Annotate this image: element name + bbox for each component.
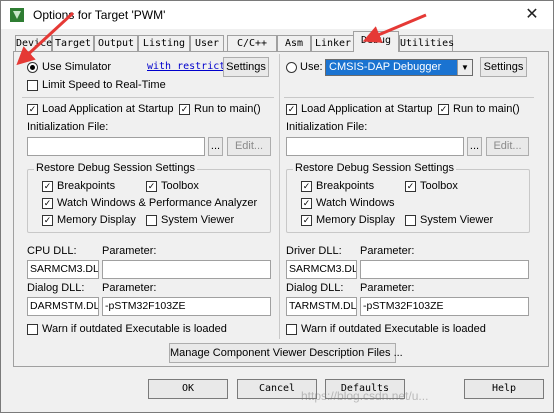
tab-c-cpp[interactable]: C/C++ [227, 35, 277, 51]
left-breakpoints-checkbox[interactable]: ✓ [42, 181, 53, 192]
left-dll-param-label: Parameter: [102, 245, 157, 257]
tab-utilities[interactable]: Utilities [399, 35, 454, 51]
right-restore-group-title: Restore Debug Session Settings [293, 162, 456, 174]
left-load-app-label: Load Application at Startup [42, 103, 174, 115]
left-memory-checkbox[interactable]: ✓ [42, 215, 53, 226]
right-toolbox-label: Toolbox [420, 180, 458, 192]
tab-debug[interactable]: Debug [353, 31, 399, 52]
left-toolbox-label: Toolbox [161, 180, 199, 192]
left-dll-param-input[interactable] [102, 260, 271, 279]
right-watch-checkbox[interactable]: ✓ [301, 198, 312, 209]
close-icon[interactable]: ✕ [521, 4, 543, 26]
left-edit-button[interactable]: Edit... [227, 137, 271, 156]
left-watch-label: Watch Windows & Performance Analyzer [57, 197, 258, 209]
column-divider [279, 54, 280, 339]
left-init-file-input[interactable] [27, 137, 205, 156]
left-system-viewer-checkbox[interactable] [146, 215, 157, 226]
right-dll-param-input[interactable] [360, 260, 529, 279]
right-dialog-param-label: Parameter: [360, 282, 415, 294]
debug-tab-panel: Use Simulator with restrictions Settings… [13, 51, 549, 367]
right-dll-param-label: Parameter: [360, 245, 415, 257]
right-dll-input[interactable]: SARMCM3.DLL [286, 260, 357, 279]
debugger-settings-button[interactable]: Settings [480, 57, 527, 77]
chevron-down-icon[interactable]: ▼ [457, 60, 472, 75]
tab-linker[interactable]: Linker [311, 35, 355, 51]
tab-asm[interactable]: Asm [277, 35, 311, 51]
right-watch-label: Watch Windows [316, 197, 395, 209]
right-warn-checkbox[interactable] [286, 324, 297, 335]
ok-button[interactable]: OK [148, 379, 228, 399]
right-dialog-param-input[interactable]: -pSTM32F103ZE [360, 297, 529, 316]
left-memory-label: Memory Display [57, 214, 136, 226]
left-watch-checkbox[interactable]: ✓ [42, 198, 53, 209]
left-dialog-dll-input[interactable]: DARMSTM.DLL [27, 297, 99, 316]
right-edit-button[interactable]: Edit... [486, 137, 529, 156]
use-debugger-radio[interactable] [286, 62, 297, 73]
watermark: https://blog.csdn.net/u... [301, 389, 429, 403]
tab-target[interactable]: Target [52, 35, 94, 51]
left-toolbox-checkbox[interactable]: ✓ [146, 181, 157, 192]
right-dialog-dll-input[interactable]: TARMSTM.DLL [286, 297, 357, 316]
tab-listing[interactable]: Listing [138, 35, 190, 51]
right-run-to-main-label: Run to main() [453, 103, 520, 115]
right-breakpoints-label: Breakpoints [316, 180, 375, 192]
divider [284, 97, 534, 98]
debugger-select-value: CMSIS-DAP Debugger [329, 61, 442, 73]
tab-output[interactable]: Output [94, 35, 138, 51]
right-memory-checkbox[interactable]: ✓ [301, 215, 312, 226]
options-dialog: Options for Target 'PWM' ✕ Device Target… [0, 0, 554, 413]
divider [22, 97, 274, 98]
left-load-app-checkbox[interactable]: ✓ [27, 104, 38, 115]
right-warn-label: Warn if outdated Executable is loaded [301, 323, 486, 335]
right-load-app-label: Load Application at Startup [301, 103, 433, 115]
right-toolbox-checkbox[interactable]: ✓ [405, 181, 416, 192]
right-system-viewer-label: System Viewer [420, 214, 494, 226]
window-title: Options for Target 'PWM' [33, 8, 166, 22]
title-bar: Options for Target 'PWM' ✕ [1, 1, 553, 29]
right-restore-group: Restore Debug Session Settings ✓ Breakpo… [286, 162, 530, 233]
right-init-file-label: Initialization File: [286, 121, 368, 133]
tab-user[interactable]: User [190, 35, 224, 51]
left-dialog-param-input[interactable]: -pSTM32F103ZE [102, 297, 271, 316]
use-simulator-radio[interactable] [27, 62, 38, 73]
right-dialog-dll-label: Dialog DLL: [286, 282, 344, 294]
right-system-viewer-checkbox[interactable] [405, 215, 416, 226]
left-restore-group-title: Restore Debug Session Settings [34, 162, 197, 174]
right-init-file-input[interactable] [286, 137, 464, 156]
limit-speed-label: Limit Speed to Real-Time [42, 79, 166, 91]
right-dll-label: Driver DLL: [286, 245, 342, 257]
left-system-viewer-label: System Viewer [161, 214, 235, 226]
left-breakpoints-label: Breakpoints [57, 180, 116, 192]
left-dialog-param-label: Parameter: [102, 282, 157, 294]
keil-app-icon [10, 8, 24, 22]
use-simulator-label: Use Simulator [42, 61, 112, 73]
help-button[interactable]: Help [464, 379, 544, 399]
left-run-to-main-label: Run to main() [194, 103, 261, 115]
tab-strip: Device Target Output Listing User C/C++ … [13, 31, 553, 52]
tab-device[interactable]: Device [15, 35, 52, 51]
debugger-select[interactable]: CMSIS-DAP Debugger ▼ [325, 59, 473, 76]
left-dll-input[interactable]: SARMCM3.DLL [27, 260, 99, 279]
right-memory-label: Memory Display [316, 214, 395, 226]
left-warn-label: Warn if outdated Executable is loaded [42, 323, 227, 335]
right-run-to-main-checkbox[interactable]: ✓ [438, 104, 449, 115]
left-warn-checkbox[interactable] [27, 324, 38, 335]
left-dialog-dll-label: Dialog DLL: [27, 282, 85, 294]
left-browse-button[interactable]: ... [208, 137, 223, 156]
manage-component-viewer-button[interactable]: Manage Component Viewer Description File… [169, 343, 403, 363]
simulator-settings-button[interactable]: Settings [223, 57, 269, 77]
left-init-file-label: Initialization File: [27, 121, 109, 133]
right-breakpoints-checkbox[interactable]: ✓ [301, 181, 312, 192]
right-load-app-checkbox[interactable]: ✓ [286, 104, 297, 115]
limit-speed-checkbox[interactable] [27, 80, 38, 91]
left-restore-group: Restore Debug Session Settings ✓ Breakpo… [27, 162, 271, 233]
right-browse-button[interactable]: ... [467, 137, 482, 156]
use-label: Use: [300, 61, 323, 73]
left-run-to-main-checkbox[interactable]: ✓ [179, 104, 190, 115]
left-dll-label: CPU DLL: [27, 245, 77, 257]
